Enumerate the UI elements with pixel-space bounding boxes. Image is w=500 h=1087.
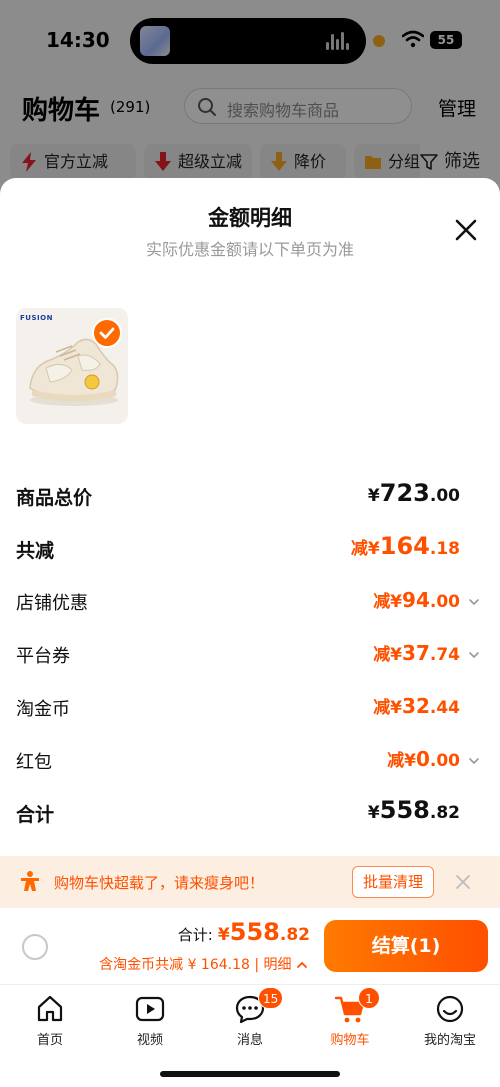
row-label: 合计 — [16, 804, 55, 826]
tab-label: 消息 — [236, 1033, 263, 1048]
bottom-tab-bar: 首页 视频 15 消息 1 购物车 我的淘宝 — [0, 984, 500, 1087]
home-indicator — [160, 1071, 340, 1077]
close-icon[interactable] — [452, 216, 480, 244]
amount-value: 减¥94.00 — [373, 588, 460, 612]
total-decimal: .82 — [279, 925, 310, 945]
amount-value: 减¥37.74 — [373, 641, 460, 665]
sheet-subtitle: 实际优惠金额请以下单页为准 — [145, 240, 354, 259]
row-red-packet[interactable]: 红包 减¥0.00 — [0, 740, 500, 780]
row-taojinbi: 淘金币 减¥32.44 — [0, 687, 500, 727]
savings-text: 含淘金币共减 ¥ 164.18 | 明细 — [99, 957, 292, 973]
row-label: 淘金币 — [16, 699, 70, 720]
chevron-down-icon — [469, 652, 479, 659]
row-store-discount[interactable]: 店铺优惠 减¥94.00 — [0, 581, 500, 621]
batch-clean-button[interactable]: 批量清理 — [352, 866, 434, 898]
row-label: 共减 — [16, 540, 55, 562]
total-integer: 558 — [229, 918, 280, 946]
chevron-down-icon — [469, 758, 479, 765]
home-icon — [37, 995, 63, 1022]
total-label: 合计: — [177, 926, 213, 944]
tab-label: 视频 — [136, 1033, 163, 1048]
checkout-total: 合计: ¥558.82 — [178, 918, 310, 946]
sheet-title: 金额明细 — [208, 206, 292, 230]
row-label: 平台券 — [16, 646, 70, 667]
row-total-discount: 共减 减¥164.18 — [0, 528, 500, 568]
row-sum: 合计 ¥558.82 — [0, 792, 500, 832]
tab-my-taobao[interactable]: 我的淘宝 — [400, 991, 500, 1051]
row-label: 红包 — [16, 752, 52, 773]
cart-overload-banner: 购物车快超载了，请来瘦身吧！ 批量清理 — [0, 856, 500, 908]
amount-value: 减¥164.18 — [350, 532, 460, 560]
smiley-profile-icon — [436, 995, 464, 1023]
row-label: 店铺优惠 — [16, 593, 88, 614]
brand-logo: FUSION — [20, 314, 53, 322]
amount-value: ¥723.00 — [367, 479, 460, 507]
checkout-bar: 合计: ¥558.82 含淘金币共减 ¥ 164.18 | 明细 结算(1) — [0, 908, 500, 984]
total-currency: ¥ — [217, 925, 230, 945]
fitness-icon — [21, 871, 39, 891]
chevron-down-icon — [469, 599, 479, 606]
close-icon[interactable] — [454, 873, 472, 891]
select-all-checkbox[interactable] — [22, 934, 48, 960]
cart-badge: 1 — [358, 987, 380, 1009]
tab-label: 首页 — [36, 1033, 63, 1048]
row-label: 商品总价 — [16, 487, 93, 509]
amount-detail-sheet: 金额明细 实际优惠金额请以下单页为准 FUSION 商品总价 ¥723.00 共… — [0, 178, 500, 858]
tab-label: 我的淘宝 — [423, 1033, 476, 1048]
amount-value: 减¥0.00 — [387, 747, 460, 771]
video-play-icon — [135, 996, 165, 1022]
amount-value: 减¥32.44 — [373, 694, 460, 718]
tab-home[interactable]: 首页 — [0, 991, 100, 1051]
tab-messages[interactable]: 15 消息 — [200, 987, 300, 1051]
selected-check-icon[interactable] — [92, 318, 122, 348]
row-platform-coupon[interactable]: 平台券 减¥37.74 — [0, 634, 500, 674]
tab-label: 购物车 — [330, 1033, 370, 1048]
tab-video[interactable]: 视频 — [100, 991, 200, 1051]
tab-cart[interactable]: 1 购物车 — [300, 987, 400, 1051]
amount-value: ¥558.82 — [367, 796, 460, 824]
banner-text: 购物车快超载了，请来瘦身吧！ — [54, 874, 265, 892]
unread-badge: 15 — [258, 987, 284, 1009]
savings-detail-link[interactable]: 含淘金币共减 ¥ 164.18 | 明细 — [99, 954, 308, 974]
row-total-price: 商品总价 ¥723.00 — [0, 475, 500, 515]
checkout-button[interactable]: 结算(1) — [324, 920, 488, 972]
chevron-up-icon — [297, 961, 307, 968]
